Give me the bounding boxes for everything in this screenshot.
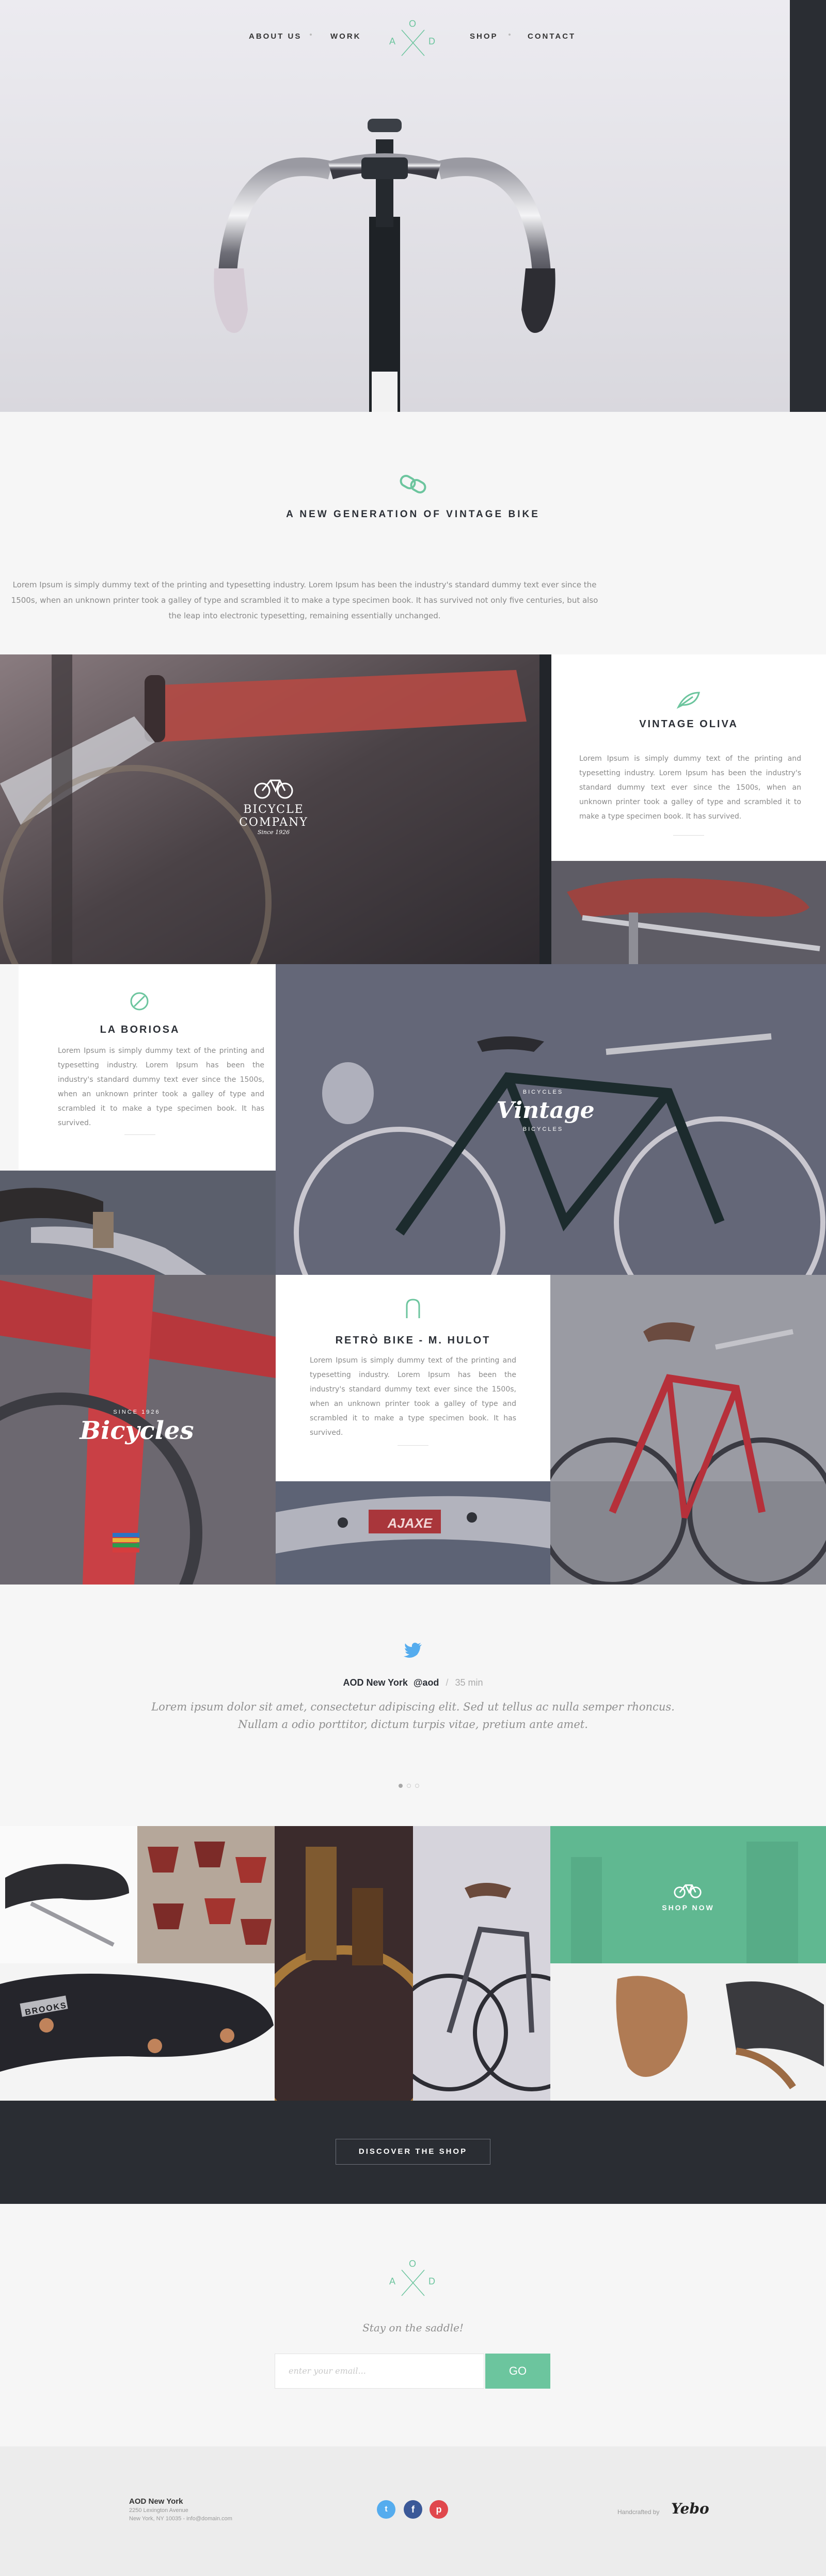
bicycle-icon <box>222 774 325 803</box>
photo-red-bike-wall <box>550 1275 826 1585</box>
logo-letter-d: D <box>428 2276 435 2286</box>
footer-company: AOD New York <box>129 2497 183 2506</box>
leaf-icon <box>675 690 702 710</box>
chain-link-icon <box>399 473 427 495</box>
tweet-author: AOD New York <box>343 1677 408 1688</box>
card-title: LA BORIOSA <box>100 1024 180 1035</box>
discover-shop-button[interactable]: DISCOVER THE SHOP <box>336 2139 490 2165</box>
nav-work[interactable]: WORK <box>330 32 361 41</box>
nav-about-us[interactable]: ABOUT US <box>249 32 301 41</box>
tweet-pager <box>399 1784 430 1789</box>
card-title: RETRÒ BIKE - M. HULOT <box>335 1335 491 1346</box>
handcrafted-label: Handcrafted by <box>617 2508 660 2516</box>
pager-dot-active[interactable] <box>399 1784 403 1788</box>
tweet-time: 35 min <box>455 1677 483 1688</box>
photo-leather-saddle <box>551 861 826 964</box>
card-text: Lorem Ipsum is simply dummy text of the … <box>58 1047 264 1127</box>
badge-top-text: SINCE 1926 <box>113 1409 161 1415</box>
ajaxe-label: AJAXE <box>387 1515 433 1531</box>
card-divider <box>124 1134 155 1135</box>
card-vintage-oliva: VINTAGE OLIVA Lorem Ipsum is simply dumm… <box>551 654 826 861</box>
bicycle-company-badge: BICYCLE COMPANY Since 1926 <box>222 774 325 852</box>
tweet-meta: AOD New York @aod / 35 min <box>0 1677 826 1688</box>
footer: AOD New York 2250 Lexington Avenue New Y… <box>0 2446 826 2576</box>
logo-letter-a: A <box>389 36 396 46</box>
discover-band: DISCOVER THE SHOP <box>0 2101 826 2204</box>
photo-saddle-rails <box>0 1171 276 1275</box>
footer-logo[interactable]: A O D <box>388 2259 438 2304</box>
shop-tile-grey-bike[interactable] <box>413 1826 550 2101</box>
shop-tile-brown-saddle[interactable] <box>550 1963 826 2101</box>
badge-line-1: BICYCLE <box>243 803 304 816</box>
badge-line-3: Since 1926 <box>257 829 290 836</box>
bicycle-icon <box>673 1881 702 1898</box>
badge-script: Vintage <box>497 1097 595 1124</box>
pinterest-icon[interactable]: p <box>430 2500 448 2519</box>
badge-top-text: BICYCLES <box>522 1089 564 1095</box>
pager-dot[interactable] <box>415 1784 419 1788</box>
logo-letter-o: O <box>409 2259 417 2269</box>
shop-tile-rear-wheel[interactable] <box>275 1826 413 2101</box>
shop-tile-saddle-large[interactable] <box>0 1963 275 2101</box>
shop-now-label[interactable]: SHOP NOW <box>550 1903 826 1912</box>
top-navigation: ABOUT US WORK A O D SHOP CONTACT <box>0 0 790 72</box>
facebook-icon[interactable]: f <box>404 2500 422 2519</box>
shop-grid: BROOKS SHOP NOW <box>0 1826 826 2101</box>
logo-letter-a: A <box>389 2276 396 2286</box>
badge-bottom-text: BICYCLES <box>522 1126 564 1132</box>
shop-tile-saddles-wall[interactable] <box>137 1826 275 1963</box>
nav-separator-dot <box>509 34 511 36</box>
logo-letter-o: O <box>409 19 417 29</box>
nav-contact[interactable]: CONTACT <box>528 32 576 41</box>
intro-heading: A NEW GENERATION OF VINTAGE BIKE <box>286 509 540 520</box>
yebo-signature[interactable]: Yebo <box>671 2500 709 2517</box>
compass-icon <box>129 991 150 1012</box>
nav-shop[interactable]: SHOP <box>470 32 498 41</box>
card-la-boriosa: LA BORIOSA Lorem Ipsum is simply dummy t… <box>19 964 294 1171</box>
twitter-icon[interactable]: t <box>377 2500 395 2519</box>
badge-line-2: COMPANY <box>239 816 308 829</box>
email-input[interactable]: enter your email... <box>275 2354 484 2389</box>
hero-side-strip <box>790 0 826 412</box>
tweet-separator: / <box>446 1677 449 1688</box>
card-divider <box>673 835 704 836</box>
vintage-badge: BICYCLES Vintage BICYCLES <box>497 1084 595 1151</box>
badge-script: Bicycles <box>80 1416 194 1445</box>
tweet-handle[interactable]: @aod <box>414 1677 439 1688</box>
footer-address-1: 2250 Lexington Avenue <box>129 2507 188 2514</box>
hook-icon <box>403 1298 423 1320</box>
card-title: VINTAGE OLIVA <box>639 718 738 730</box>
intro-text: Lorem Ipsum is simply dummy text of the … <box>11 580 598 620</box>
twitter-icon[interactable] <box>404 1642 422 1658</box>
bicycles-badge: SINCE 1926 Bicycles <box>77 1409 196 1461</box>
go-button[interactable]: GO <box>485 2354 550 2389</box>
footer-address-2: New York, NY 10035 - info@domain.com <box>129 2516 232 2522</box>
card-divider <box>398 1445 428 1446</box>
nav-logo[interactable]: A O D <box>388 19 438 64</box>
card-text: Lorem Ipsum is simply dummy text of the … <box>310 1356 516 1437</box>
card-retro-bike: RETRÒ BIKE - M. HULOT Lorem Ipsum is sim… <box>276 1275 550 1481</box>
newsletter-tagline: Stay on the saddle! <box>362 2322 464 2334</box>
shop-tile-saddle[interactable] <box>0 1826 137 1963</box>
logo-letter-d: D <box>428 36 435 46</box>
nav-separator-dot <box>310 34 312 36</box>
tweet-text: Lorem ipsum dolor sit amet, consectetur … <box>151 1701 675 1731</box>
pager-dot[interactable] <box>407 1784 411 1788</box>
photo-ajaxe-rim <box>276 1481 550 1585</box>
card-text: Lorem Ipsum is simply dummy text of the … <box>579 755 801 821</box>
